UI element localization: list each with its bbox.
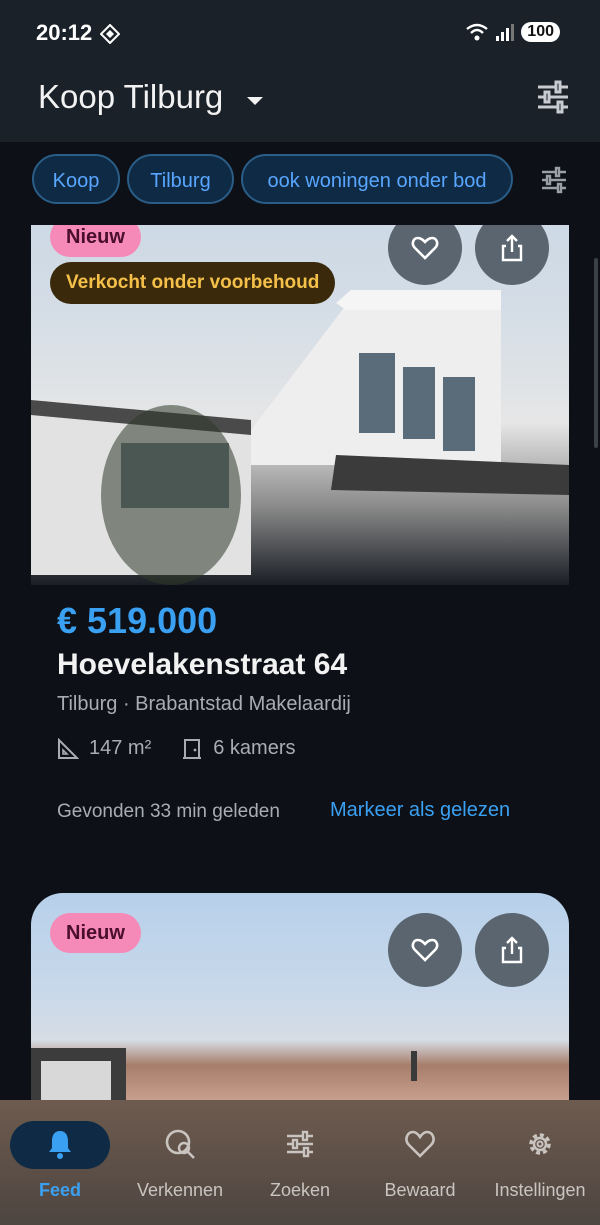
explore-icon — [165, 1129, 195, 1159]
nav-feed[interactable]: Feed — [0, 1100, 120, 1225]
status-icons: 100 — [465, 22, 560, 42]
dropdown-arrow-icon[interactable] — [246, 96, 264, 106]
heart-icon — [411, 938, 439, 962]
status-bar: 20:12 100 — [0, 0, 600, 66]
chips-filter-icon[interactable] — [540, 166, 568, 194]
nav-label-zoeken: Zoeken — [269, 1180, 331, 1200]
chip-koop[interactable]: Koop — [32, 154, 120, 204]
nav-label-verkennen: Verkennen — [136, 1180, 224, 1200]
heart-icon — [405, 1130, 435, 1158]
heart-icon — [411, 236, 439, 260]
nav-label-bewaard: Bewaard — [384, 1180, 456, 1200]
nav-zoeken[interactable]: Zoeken — [240, 1100, 360, 1225]
share-icon — [501, 234, 523, 262]
share-icon — [501, 936, 523, 964]
nav-instellingen[interactable]: Instellingen — [480, 1100, 600, 1225]
filter-chips: Koop Tilburg ook woningen onder bod — [0, 142, 600, 224]
nav-label-feed: Feed — [38, 1180, 81, 1200]
bottom-navigation: Feed Verkennen Zoeken Bewaard Instelling… — [0, 1100, 600, 1225]
favorite-button-2[interactable] — [388, 913, 462, 987]
listing-address[interactable]: Hoevelakenstraat 64 — [57, 648, 347, 682]
door-icon — [183, 738, 202, 759]
app-bar: Koop Tilburg — [0, 66, 600, 142]
wifi-icon — [466, 23, 489, 41]
nav-verkennen[interactable]: Verkennen — [120, 1100, 240, 1225]
listing-area: 147 m² — [89, 737, 152, 759]
listing-photo[interactable]: Nieuw Verkocht onder voorbehoud — [31, 225, 569, 585]
signal-icon — [496, 24, 515, 41]
chip-onder-bod[interactable]: ook woningen onder bod — [241, 154, 513, 204]
nav-bewaard[interactable]: Bewaard — [360, 1100, 480, 1225]
share-button-2[interactable] — [475, 913, 549, 987]
listing-features: 147 m² 6 kamers — [57, 737, 296, 760]
chip-tilburg[interactable]: Tilburg — [127, 154, 234, 204]
status-time: 20:12 — [36, 20, 93, 45]
listing-rooms: 6 kamers — [213, 737, 296, 759]
location-diamond-icon — [100, 24, 120, 44]
listing-price: € 519.000 — [57, 600, 218, 641]
tune-icon — [287, 1130, 313, 1158]
new-badge: Nieuw — [50, 225, 141, 257]
battery-indicator: 100 — [521, 22, 560, 42]
listing-photo-2[interactable]: Nieuw — [31, 893, 569, 1103]
bell-icon — [49, 1131, 71, 1159]
search-title-dropdown[interactable]: Koop Tilburg — [38, 78, 223, 116]
mark-as-read-link[interactable]: Markeer als gelezen — [330, 799, 510, 822]
area-ruler-icon — [58, 737, 79, 759]
listing-location-agent: Tilburg · Brabantstad Makelaardij — [57, 693, 351, 715]
nav-label-instellingen: Instellingen — [494, 1180, 586, 1200]
status-badge: Verkocht onder voorbehoud — [50, 262, 336, 304]
filter-settings-icon[interactable] — [536, 80, 570, 114]
found-time: Gevonden 33 min geleden — [57, 801, 280, 822]
new-badge-2: Nieuw — [50, 913, 141, 953]
scrollbar[interactable] — [594, 258, 598, 448]
gear-icon — [529, 1133, 551, 1155]
